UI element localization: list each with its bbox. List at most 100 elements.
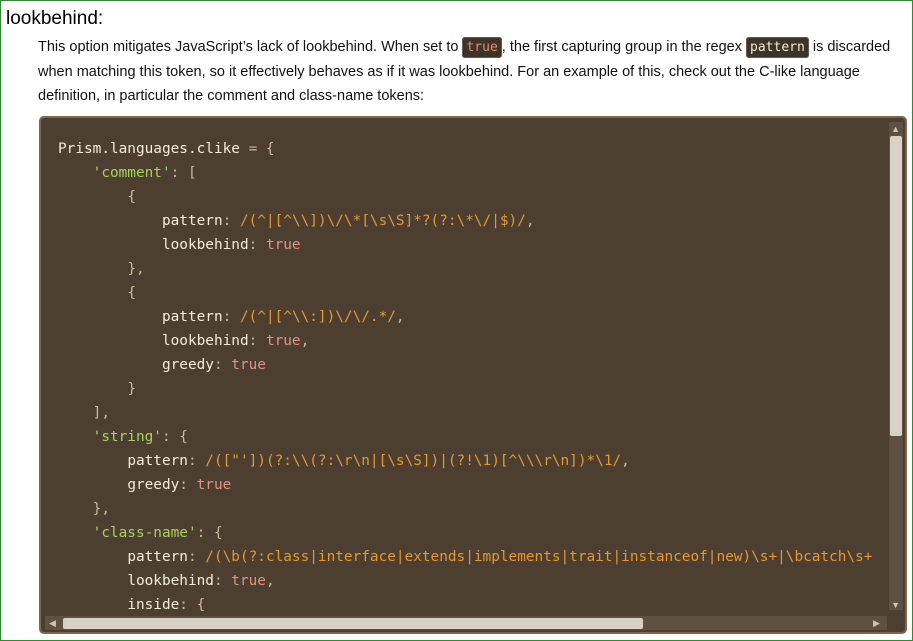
code-line: greedy: true <box>58 353 872 377</box>
code-line: lookbehind: true, <box>58 329 872 353</box>
code-token-punc: : <box>187 453 206 469</box>
code-line: }, <box>58 257 872 281</box>
code-token-prop: pattern <box>127 453 188 469</box>
code-block[interactable]: Prism.languages.clike = { 'comment': [ {… <box>39 116 907 634</box>
code-token-punc: ], <box>92 405 110 421</box>
code-token-prop: Prism.languages.clike <box>58 141 249 157</box>
code-line: ], <box>58 401 872 425</box>
code-token-punc: : <box>248 333 266 349</box>
code-line: } <box>58 377 872 401</box>
code-token-punc: = { <box>248 141 275 157</box>
inline-code-pattern: pattern <box>746 37 809 58</box>
code-token-prop: pattern <box>161 309 223 325</box>
code-line: pattern: /(^|[^\\])\/\*[\s\S]*?(?:\*\/|$… <box>58 209 872 233</box>
code-line: greedy: true <box>58 473 872 497</box>
code-token-punc: , <box>300 333 310 349</box>
code-token-prop: pattern <box>127 549 188 565</box>
code-token-prop: greedy <box>127 477 180 493</box>
horizontal-scrollbar[interactable]: ◀ ▶ <box>45 616 887 630</box>
code-line: Prism.languages.clike = { <box>58 137 872 161</box>
code-line: pattern: /(["'])(?:\\(?:\r\n|[\s\S])|(?!… <box>58 449 872 473</box>
code-token-punc: : <box>222 309 240 325</box>
code-token-bool: true <box>231 573 266 589</box>
code-token-punc: : { <box>179 597 206 613</box>
code-line: 'comment': [ <box>58 161 872 185</box>
code-token-bool: true <box>265 333 301 349</box>
code-token-punc: , <box>525 213 535 229</box>
vertical-scroll-thumb[interactable] <box>890 136 902 436</box>
code-token-punc: : <box>222 213 240 229</box>
scroll-up-arrow-icon[interactable]: ▲ <box>891 124 900 134</box>
code-line: lookbehind: true, <box>58 569 872 593</box>
code-line: lookbehind: true <box>58 233 872 257</box>
code-token-bool: true <box>231 357 266 373</box>
code-token-str: 'comment' <box>92 165 171 181</box>
code-token-prop: lookbehind <box>161 237 249 253</box>
code-line: inside: { <box>58 593 872 617</box>
code-line: pattern: /(^|[^\\:])\/\/.*/, <box>58 305 872 329</box>
code-token-punc: { <box>127 189 136 205</box>
code-token-bool: true <box>196 477 232 493</box>
code-token-regex: /(^|[^\\:])\/\/.*/ <box>239 309 396 325</box>
code-token-regex: /(^|[^\\])\/\*[\s\S]*?(?:\*\/|$)/ <box>239 213 526 229</box>
code-token-prop: pattern <box>161 213 223 229</box>
code-line: }, <box>58 497 872 521</box>
code-token-prop: lookbehind <box>127 573 214 589</box>
code-token-punc: , <box>265 573 275 589</box>
code-token-punc: }, <box>127 261 145 277</box>
code-line: 'string': { <box>58 425 872 449</box>
code-token-punc: : <box>213 357 232 373</box>
code-token-str: 'string' <box>92 429 162 445</box>
scroll-down-arrow-icon[interactable]: ▼ <box>891 600 900 610</box>
code-token-punc: , <box>395 309 405 325</box>
code-listing: Prism.languages.clike = { 'comment': [ {… <box>58 137 872 617</box>
code-token-bool: true <box>265 237 301 253</box>
code-line: { <box>58 281 872 305</box>
code-token-punc: , <box>621 453 630 469</box>
code-token-punc: : { <box>161 429 188 445</box>
code-token-punc: : <box>248 237 266 253</box>
code-token-punc: }, <box>92 501 110 517</box>
code-token-punc: { <box>127 285 136 301</box>
code-token-prop: greedy <box>161 357 214 373</box>
paragraph-text-2: , the first capturing group in the regex <box>501 39 747 55</box>
code-token-punc: : <box>213 573 232 589</box>
code-token-punc: } <box>127 381 136 397</box>
code-line: pattern: /(\b(?:class|interface|extends|… <box>58 545 872 569</box>
code-line: { <box>58 185 872 209</box>
scroll-left-arrow-icon[interactable]: ◀ <box>49 618 56 628</box>
scroll-right-arrow-icon[interactable]: ▶ <box>873 618 880 628</box>
code-token-str: 'class-name' <box>92 525 197 541</box>
code-token-regex: /(["'])(?:\\(?:\r\n|[\s\S])|(?!\1)[^\\\r… <box>205 453 622 469</box>
horizontal-scroll-thumb[interactable] <box>63 618 643 629</box>
paragraph-text-1: This option mitigates JavaScript’s lack … <box>38 39 463 55</box>
code-line: 'class-name': { <box>58 521 872 545</box>
inline-code-true: true <box>462 37 502 58</box>
code-token-punc: : [ <box>170 165 197 181</box>
code-token-regex: /(\b(?:class|interface|extends|implement… <box>205 549 873 565</box>
description-paragraph: This option mitigates JavaScript’s lack … <box>38 35 908 108</box>
code-token-punc: : { <box>196 525 223 541</box>
section-heading: lookbehind: <box>6 8 104 29</box>
code-token-prop: inside <box>127 597 180 613</box>
code-token-punc: : <box>179 477 197 493</box>
